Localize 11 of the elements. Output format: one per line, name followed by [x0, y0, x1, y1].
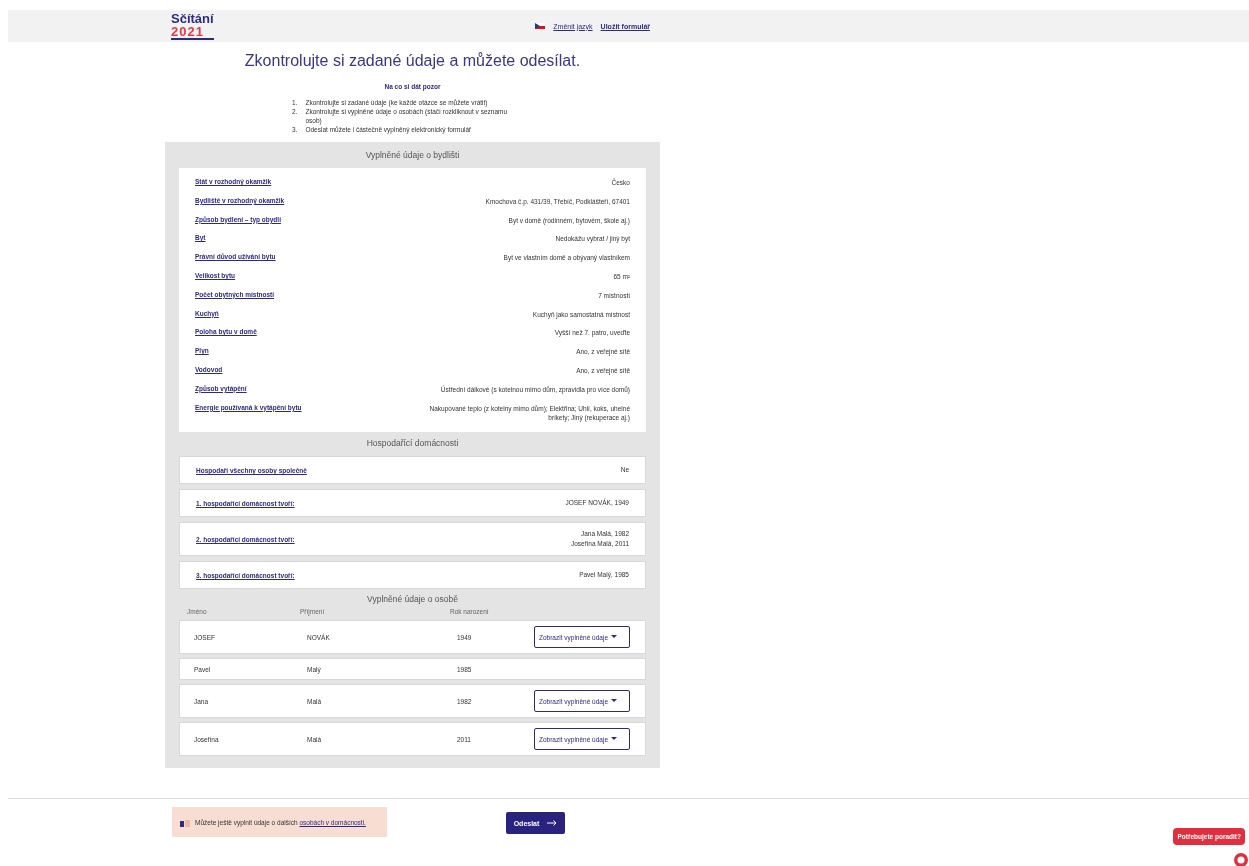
section-heading: Vyplněné údaje o osobě	[366, 594, 459, 607]
logo-year: 2021	[171, 25, 214, 40]
section-heading: Vyplněné údaje o bydlišti	[364, 149, 461, 162]
logo-word: Sčítání	[171, 12, 214, 25]
caret-icon	[611, 737, 617, 742]
section-heading: Hospodařící domácnosti	[365, 437, 460, 451]
caret-icon	[611, 635, 617, 640]
arrow-icon	[547, 820, 558, 827]
flag-icon	[535, 23, 546, 29]
caret-icon	[611, 699, 617, 704]
page-title: Zkontrolujte si zadané údaje a můžete odesílat.	[243, 52, 582, 70]
